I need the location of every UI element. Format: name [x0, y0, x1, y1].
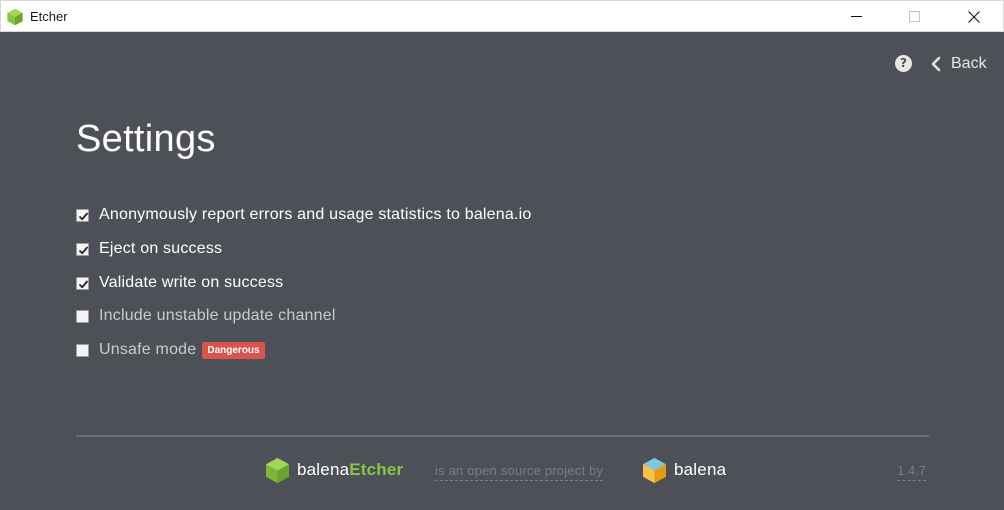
etcher-cube-icon — [7, 8, 23, 26]
checkbox-unsafe-mode[interactable] — [76, 343, 89, 357]
balena-etcher-link[interactable]: balenaEtcher — [297, 460, 403, 480]
back-button[interactable]: Back — [929, 53, 987, 75]
maximize-button[interactable] — [891, 1, 937, 32]
close-icon — [968, 10, 980, 23]
setting-label: Eject on success — [99, 240, 223, 257]
back-label: Back — [951, 55, 987, 72]
balena-link[interactable]: balena — [674, 460, 726, 480]
setting-unstable-channel[interactable]: Include unstable update channel — [76, 304, 336, 328]
window-titlebar: Etcher — [0, 0, 1004, 32]
checkmark-icon — [78, 279, 89, 289]
chevron-left-icon — [931, 56, 941, 72]
checkbox-eject-on-success[interactable] — [76, 242, 89, 256]
brand-suffix: Etcher — [349, 460, 404, 479]
page-title: Settings — [76, 118, 216, 160]
checkmark-icon — [78, 211, 89, 221]
footer-divider — [76, 435, 929, 437]
setting-error-reporting[interactable]: Anonymously report errors and usage stat… — [76, 203, 531, 227]
close-button[interactable] — [951, 1, 997, 32]
balena-logo-icon[interactable] — [642, 457, 667, 484]
minimize-icon — [850, 16, 862, 17]
open-source-link[interactable]: is an open source project by — [435, 463, 604, 481]
help-button[interactable]: ? — [895, 55, 912, 72]
setting-eject-on-success[interactable]: Eject on success — [76, 237, 222, 261]
setting-label: Anonymously report errors and usage stat… — [99, 206, 532, 223]
etcher-logo-icon[interactable] — [265, 457, 290, 484]
dangerous-badge: Dangerous — [202, 341, 265, 359]
checkbox-validate-write[interactable] — [76, 276, 89, 290]
window-title: Etcher — [30, 9, 68, 24]
checkmark-icon — [78, 245, 89, 255]
brand-prefix: balena — [297, 460, 350, 479]
question-circle-icon: ? — [900, 56, 907, 70]
checkbox-unstable-channel[interactable] — [76, 309, 89, 323]
minimize-button[interactable] — [833, 1, 879, 32]
version-link[interactable]: 1.4.7 — [897, 463, 926, 481]
setting-label: Include unstable update channel — [99, 307, 336, 324]
checkbox-error-reporting[interactable] — [76, 208, 89, 222]
setting-label: Validate write on success — [99, 274, 284, 291]
maximize-icon — [908, 11, 920, 22]
setting-validate-write[interactable]: Validate write on success — [76, 271, 283, 295]
setting-unsafe-mode[interactable]: Unsafe mode Dangerous — [76, 338, 265, 362]
setting-label: Unsafe mode — [99, 341, 197, 358]
